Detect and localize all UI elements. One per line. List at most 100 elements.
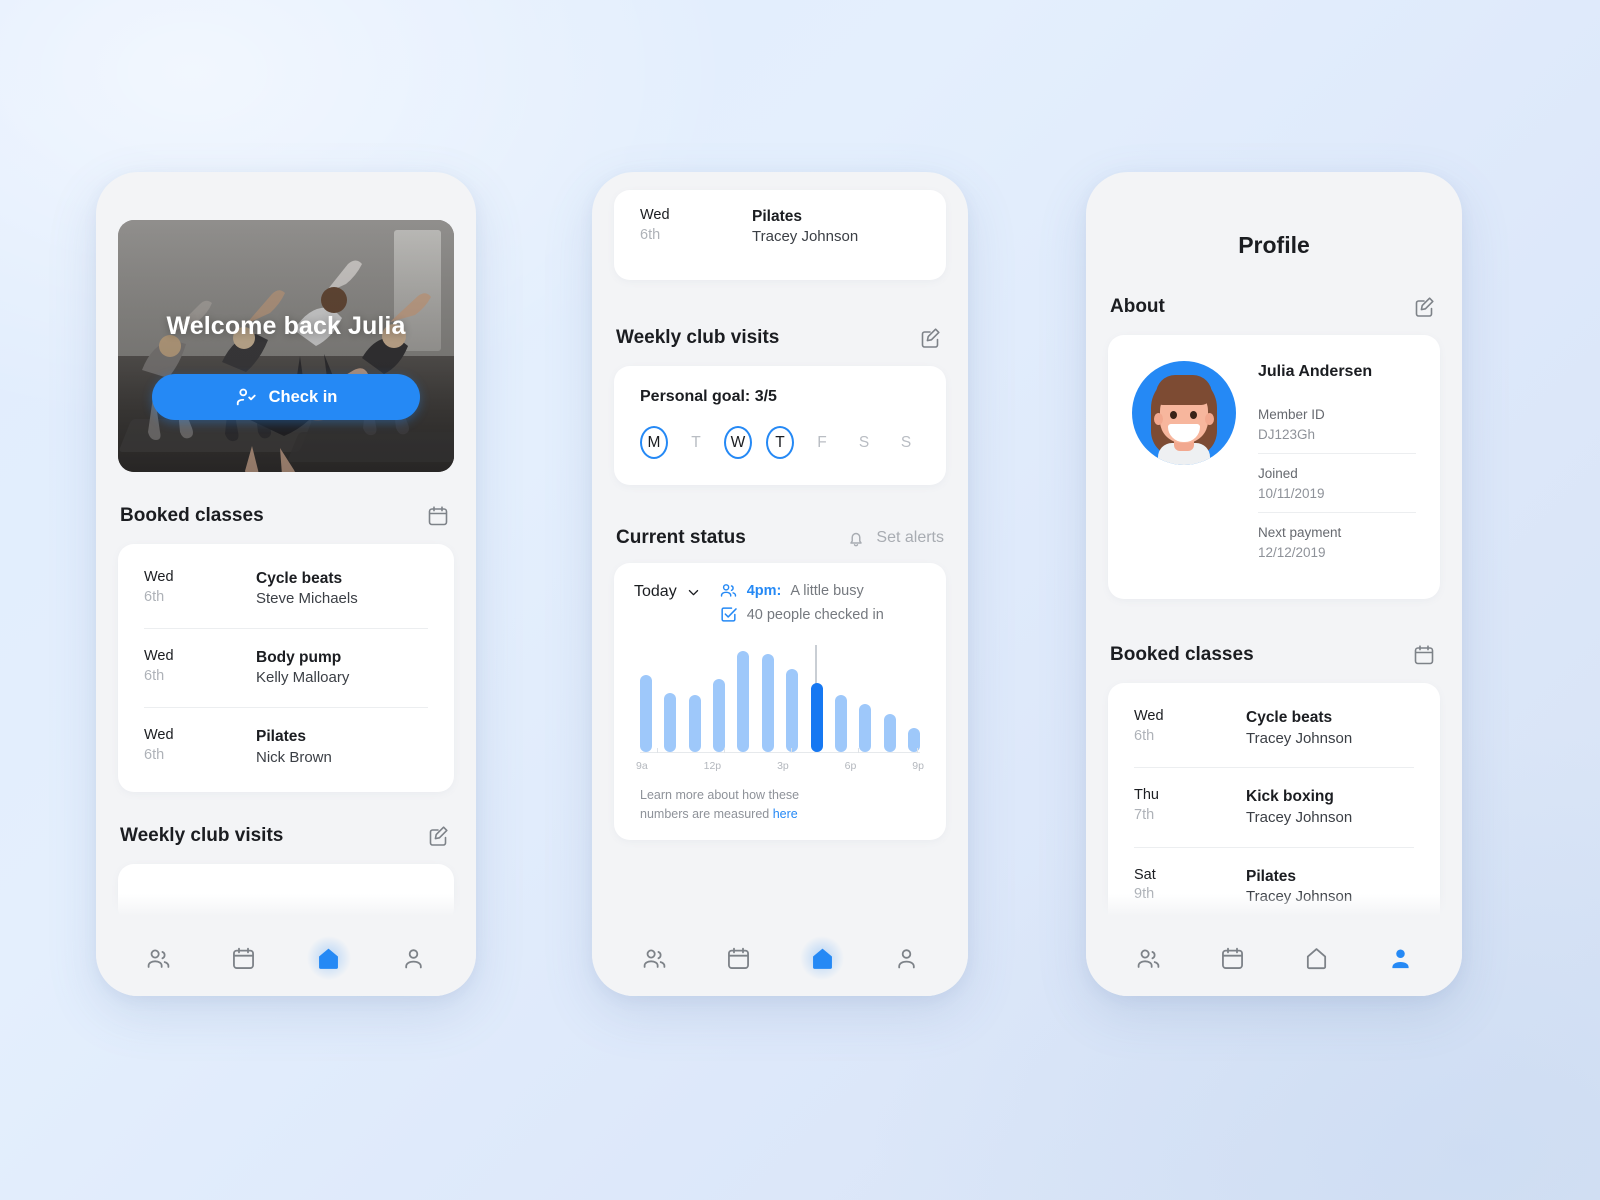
phone-home-screen: Welcome back Julia Check in Booked class… [96,172,476,996]
chart-bar [713,679,726,753]
booked-classes-title: Booked classes [1110,644,1254,666]
tab-home[interactable] [307,937,350,980]
check-in-label: Check in [268,387,338,406]
checked-in-line: 40 people checked in [719,605,884,624]
about-header: About [1110,293,1438,321]
tab-calendar[interactable] [222,937,265,980]
booked-classes-header: Booked classes [1110,641,1438,669]
calendar-button[interactable] [1410,641,1438,669]
set-alerts-button[interactable]: Set alerts [845,527,944,549]
class-instructor: Kelly Malloary [256,669,350,687]
tab-profile[interactable] [1379,937,1422,980]
avatar [1132,361,1236,465]
day-saturday[interactable]: S [850,426,878,459]
status-summary: Today 4pm: A little busy 40 people check… [634,581,926,624]
weekly-visits-header: Weekly club visits [120,822,452,850]
field-value: DJ123Gh [1258,426,1316,442]
class-day: Wed [640,207,670,223]
class-date-number: 6th [144,746,165,763]
class-date-number: 6th [640,226,661,243]
edit-icon [429,826,448,846]
day-friday[interactable]: F [808,426,836,459]
people-icon [720,584,736,597]
current-status-title: Current status [616,527,746,549]
class-info: Pilates Tracey Johnson [752,206,858,248]
profile-screen-content: Profile About Julia Andersen Member ID D… [1086,172,1462,920]
phone-profile-screen: Profile About Julia Andersen Member ID D… [1086,172,1462,996]
home-icon [812,948,832,969]
person-icon [1391,949,1409,968]
tab-community[interactable] [633,937,676,980]
edit-weekly-goal-button[interactable] [916,324,944,352]
day-tuesday[interactable]: T [682,426,710,459]
tab-home[interactable] [1295,937,1338,980]
table-row[interactable]: Wed 6th Cycle beats Steve Michaels [144,550,428,630]
learn-more-link[interactable]: here [773,807,798,821]
bottom-tab-bar [592,920,968,996]
table-row[interactable]: Thu 7th Kick boxing Tracey Johnson [1134,768,1414,848]
chart-axis-labels: 9a 12p 3p 6p 9p [636,760,924,772]
axis-tick-label: 3p [777,760,789,773]
class-info: Body pump Kelly Malloary [256,647,349,689]
current-status-card: Today 4pm: A little busy 40 people check… [614,563,946,840]
personal-goal-text: Personal goal: 3/5 [640,388,777,406]
person-icon [897,948,915,968]
calendar-icon [233,947,254,969]
class-info: Cycle beats Tracey Johnson [1246,707,1352,749]
profile-field-joined: Joined 10/11/2019 [1258,454,1416,514]
hero-overlay [118,220,454,472]
class-instructor: Tracey Johnson [1246,729,1353,747]
day-wednesday[interactable]: W [724,426,752,460]
booked-classes-card: Wed 6th Cycle beats Steve Michaels Wed 6… [118,544,454,793]
check-in-button[interactable]: Check in [152,374,420,420]
chart-axis [640,748,920,754]
profile-field-member-id: Member ID DJ123Gh [1258,395,1416,455]
class-instructor: Steve Michaels [256,590,358,608]
day-sunday[interactable]: S [892,426,920,459]
tab-profile[interactable] [392,937,435,980]
current-status-header: Current status Set alerts [616,527,944,549]
profile-field-next-payment: Next payment 12/12/2019 [1258,513,1416,571]
class-date-number: 6th [144,588,165,605]
partial-booked-class-card: Wed 6th Pilates Tracey Johnson [614,190,946,281]
calendar-button[interactable] [424,502,452,530]
chart-bar [737,651,750,753]
tab-community[interactable] [1127,937,1170,980]
chart-bar [810,683,823,753]
booked-classes-header: Booked classes [120,502,452,530]
class-date-number: 6th [1134,727,1155,744]
edit-profile-button[interactable] [1410,293,1438,321]
class-date: Sat 9th [1134,866,1246,905]
busy-hours-chart [640,640,920,753]
status-details: 4pm: A little busy 40 people checked in [719,581,884,624]
class-info: Kick boxing Tracey Johnson [1246,786,1352,828]
chevron-down-icon [688,589,698,595]
weekday-tracker: M T W T F S S [640,426,920,460]
tab-community[interactable] [137,937,180,980]
class-day: Wed [144,648,174,665]
user-check-icon [236,388,256,406]
class-info: Pilates Nick Brown [256,726,332,768]
table-row[interactable]: Wed 6th Pilates Tracey Johnson [640,196,920,274]
day-monday[interactable]: M [640,426,668,460]
tab-home[interactable] [801,937,844,980]
profile-info: Julia Andersen Member ID DJ123Gh Joined … [1258,361,1416,571]
calendar-icon [428,506,448,526]
field-value: 10/11/2019 [1258,485,1325,501]
table-row[interactable]: Wed 6th Cycle beats Tracey Johnson [1134,689,1414,769]
table-row[interactable]: Wed 6th Body pump Kelly Malloary [144,629,428,709]
class-day: Sat [1134,866,1156,883]
day-selector-dropdown[interactable]: Today [634,581,701,603]
chart-bar [883,714,896,753]
table-row[interactable]: Wed 6th Pilates Nick Brown [144,708,428,786]
tab-profile[interactable] [885,937,928,980]
table-row[interactable]: Sat 9th Pilates Tracey Johnson [1134,848,1414,921]
chart-bars [640,640,920,753]
tab-calendar[interactable] [717,937,760,980]
tab-calendar[interactable] [1211,937,1254,980]
field-label: Next payment [1258,525,1342,541]
edit-weekly-goal-button[interactable] [424,822,452,850]
home-icon [319,948,338,969]
axis-tick-label: 12p [703,760,722,773]
day-thursday[interactable]: T [766,426,794,460]
